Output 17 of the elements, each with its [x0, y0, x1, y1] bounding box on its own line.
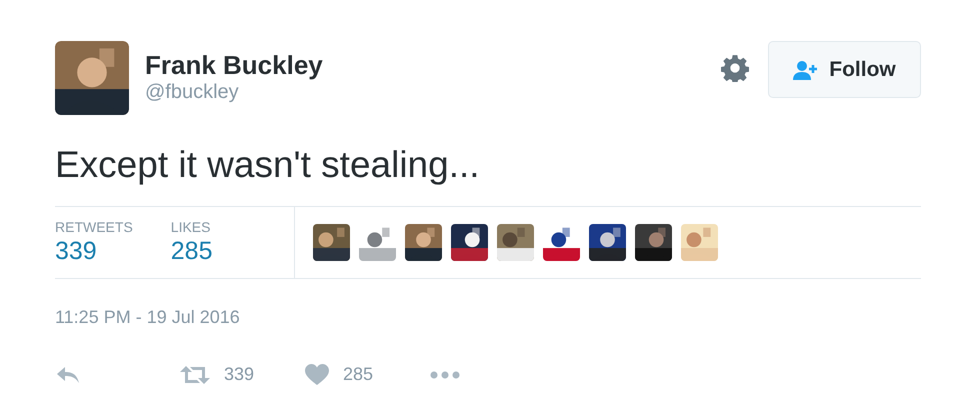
stat-count[interactable]: 285	[170, 236, 212, 266]
retweet-icon[interactable]	[180, 364, 210, 384]
reply-icon[interactable]	[55, 364, 81, 384]
follow-button[interactable]: Follow	[768, 41, 921, 98]
author-handle[interactable]: @fbuckley	[145, 80, 721, 104]
more-icon[interactable]	[430, 370, 460, 378]
timestamp[interactable]: 11:25 PM - 19 Jul 2016	[55, 304, 921, 331]
stat-label: LIKES	[170, 218, 212, 236]
retweet-count: 339	[224, 363, 254, 386]
settings-icon[interactable]	[721, 54, 749, 82]
tweet-text: Except it wasn't stealing...	[55, 143, 481, 187]
like-count: 285	[343, 363, 374, 386]
add-user-icon	[793, 60, 820, 80]
author-name[interactable]: Frank Buckley	[145, 50, 721, 80]
heart-icon[interactable]	[305, 364, 329, 386]
stat-label: RETWEETS	[55, 218, 133, 236]
stat-count[interactable]: 339	[55, 236, 133, 266]
